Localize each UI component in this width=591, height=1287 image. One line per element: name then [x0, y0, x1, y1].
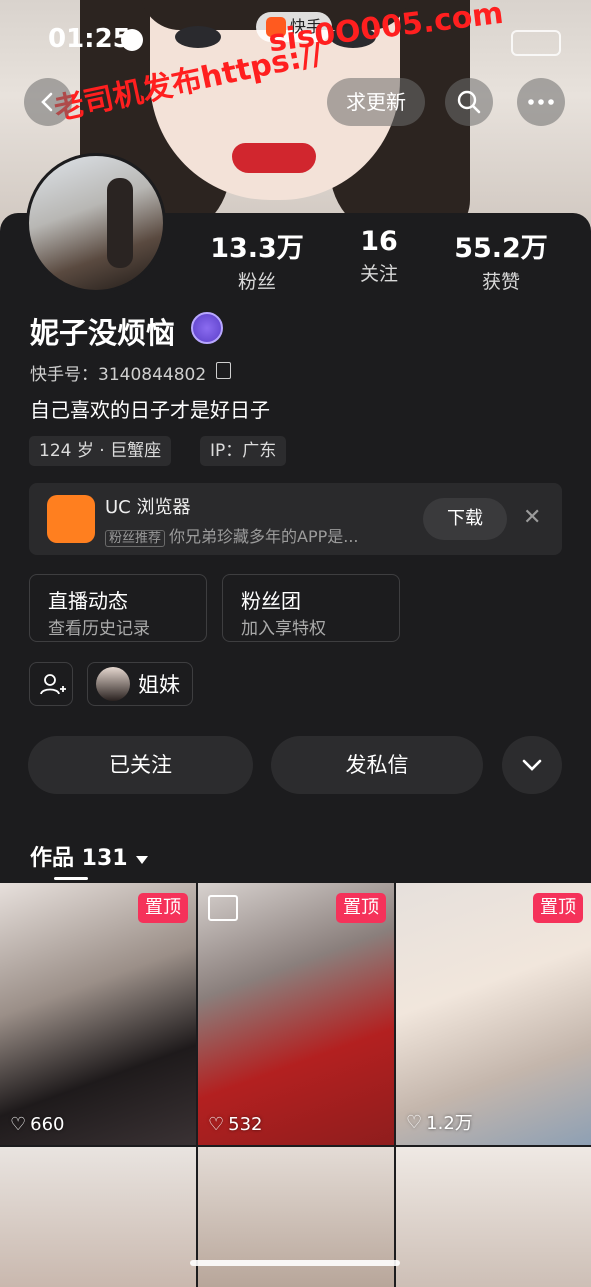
- add-friend-button[interactable]: [29, 662, 73, 706]
- sister-label: 姐妹: [138, 673, 180, 697]
- image-set-icon: [208, 895, 238, 921]
- likes-count: 55.2万: [454, 233, 548, 264]
- ip-tag-text: IP：广东: [210, 441, 277, 461]
- uc-browser-logo-icon: [47, 495, 95, 543]
- search-icon: [457, 90, 481, 114]
- ad-subtitle: 粉丝推荐 你兄弟珍藏多年的APP是...: [105, 523, 359, 547]
- status-time: 01:25: [48, 24, 131, 54]
- live-activity-sub: 查看历史记录: [48, 619, 150, 639]
- heart-icon: ♡: [10, 1114, 27, 1135]
- post-tile[interactable]: 置顶 ♡ 660: [0, 883, 196, 1145]
- avatar[interactable]: [26, 153, 166, 293]
- more-dots-icon: [528, 99, 554, 105]
- post-tile[interactable]: [396, 1147, 591, 1287]
- message-button[interactable]: 发私信: [271, 736, 483, 794]
- following-count: 16: [360, 226, 398, 257]
- fan-club-title: 粉丝团: [241, 589, 301, 613]
- back-button[interactable]: [24, 78, 72, 126]
- followed-button[interactable]: 已关注: [28, 736, 253, 794]
- fan-club-card[interactable]: 粉丝团 加入享特权: [222, 574, 400, 642]
- pinned-badge: 置顶: [533, 893, 583, 923]
- search-button[interactable]: [445, 78, 493, 126]
- ad-tag: 粉丝推荐: [105, 530, 166, 547]
- age-tag-text: 124 岁 · 巨蟹座: [39, 441, 162, 461]
- fan-club-sub: 加入享特权: [241, 619, 326, 639]
- stat-following[interactable]: 16 关注: [319, 226, 439, 286]
- app-ad-card[interactable]: UC 浏览器 粉丝推荐 你兄弟珍藏多年的APP是... 下载 ✕: [29, 483, 562, 555]
- chevron-down-icon: [522, 759, 542, 771]
- post-tile[interactable]: 置顶 ♡ 1.2万: [396, 883, 591, 1145]
- following-label: 关注: [359, 263, 398, 285]
- profile-name: 妮子没烦恼: [30, 316, 176, 350]
- add-person-icon: [40, 674, 66, 695]
- like-count: ♡ 532: [208, 1114, 263, 1135]
- battery-icon: [511, 30, 561, 56]
- tab-underline: [54, 877, 88, 880]
- ad-text: 你兄弟珍藏多年的APP是...: [169, 527, 359, 546]
- home-indicator[interactable]: [190, 1260, 400, 1266]
- heart-icon: ♡: [406, 1111, 423, 1133]
- stat-likes[interactable]: 55.2万 获赞: [441, 226, 561, 294]
- post-tile[interactable]: 置顶 ♡ 532: [198, 883, 394, 1145]
- profile-bio: 自己喜欢的日子才是好日子: [30, 398, 270, 422]
- works-tab[interactable]: 作品 131: [30, 840, 149, 872]
- live-activity-card[interactable]: 直播动态 查看历史记录: [29, 574, 207, 642]
- copy-icon[interactable]: [216, 362, 231, 379]
- like-count: ♡ 1.2万: [406, 1111, 473, 1135]
- age-tag: 124 岁 · 巨蟹座: [29, 436, 172, 466]
- sister-relation-chip[interactable]: 姐妹: [87, 662, 193, 706]
- more-options-button[interactable]: [517, 78, 565, 126]
- ip-tag: IP：广东: [200, 436, 287, 466]
- works-label: 作品 131: [30, 846, 128, 871]
- pinned-badge: 置顶: [336, 893, 386, 923]
- stat-followers[interactable]: 13.3万 粉丝: [197, 226, 317, 294]
- user-id: 快手号：3140844802: [30, 365, 207, 385]
- live-activity-title: 直播动态: [48, 589, 128, 613]
- back-arrow-icon: [41, 92, 53, 112]
- request-update-button[interactable]: 求更新: [327, 78, 425, 126]
- close-ad-icon[interactable]: ✕: [523, 505, 541, 530]
- dropdown-arrow-icon: [136, 856, 149, 864]
- heart-icon: ♡: [208, 1114, 225, 1135]
- verified-badge-icon[interactable]: [191, 312, 223, 344]
- like-count: ♡ 660: [10, 1114, 65, 1135]
- download-button[interactable]: 下载: [423, 498, 507, 540]
- followers-label: 粉丝: [237, 271, 276, 293]
- likes-label: 获赞: [481, 271, 520, 293]
- post-tile[interactable]: [198, 1147, 394, 1287]
- ad-title: UC 浏览器: [105, 497, 191, 518]
- pinned-badge: 置顶: [138, 893, 188, 923]
- expand-button[interactable]: [502, 736, 562, 794]
- sister-avatar: [96, 667, 130, 701]
- post-tile[interactable]: [0, 1147, 196, 1287]
- followers-count: 13.3万: [210, 233, 304, 264]
- emoji-status-icon: [121, 29, 143, 51]
